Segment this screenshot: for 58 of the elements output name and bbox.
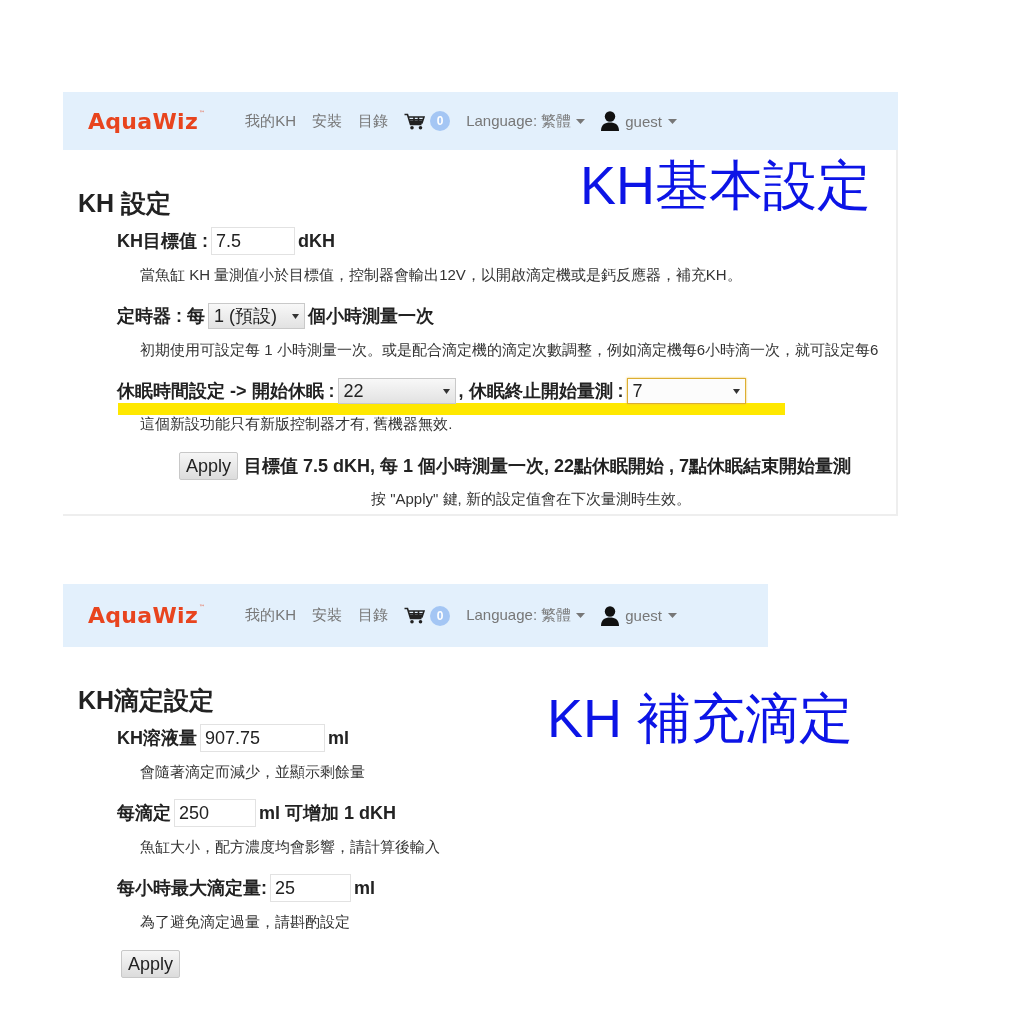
hint-text: 為了避免滴定過量，請斟酌設定	[140, 913, 351, 931]
logo[interactable]: AquaWiz$^{™}$	[88, 108, 206, 134]
settings-summary: 目標值 7.5 dKH, 每 1 個小時測量一次, 22點休眠開始 , 7點休眠結束開始量測	[244, 455, 852, 478]
nav-link[interactable]: 安裝	[312, 111, 343, 131]
field-label: 休眠時間設定 -> 開始休眠 :	[117, 380, 335, 403]
dropdown-select[interactable]: 7	[626, 378, 746, 404]
field-label: , 休眠終止開始量測 :	[458, 380, 624, 403]
section-heading: KH滴定設定	[78, 685, 216, 715]
field-label: KH溶液量	[117, 727, 197, 750]
text-input[interactable]: 250	[174, 799, 256, 827]
field-label: 每小時最大滴定量:	[117, 877, 267, 900]
nav-link[interactable]: 我的KH	[245, 606, 297, 625]
language-menu[interactable]: Language: 繁體	[466, 606, 586, 625]
apply-button[interactable]: Apply	[179, 452, 239, 480]
caret-icon	[732, 388, 740, 394]
hint-text: 會隨著滴定而減少，並顯示剩餘量	[140, 763, 366, 781]
text-input[interactable]: 907.75	[200, 724, 325, 752]
caret-icon	[576, 613, 586, 618]
logo[interactable]: AquaWiz$^{™}$	[88, 603, 206, 628]
user-icon	[601, 111, 620, 131]
caret-icon	[442, 388, 450, 394]
nav-link[interactable]: 目錄	[358, 111, 389, 131]
field-label: dKH	[298, 230, 335, 252]
hint-text: 魚缸大小，配方濃度均會影響，請計算後輸入	[140, 838, 441, 856]
dropdown-select[interactable]: 22	[337, 378, 456, 404]
user-icon	[601, 605, 620, 626]
cart-icon[interactable]	[404, 607, 426, 624]
cart-count: 0	[430, 605, 451, 626]
field-label: KH目標值 :	[117, 230, 208, 253]
user-menu[interactable]: guest	[601, 111, 677, 131]
nav-link[interactable]: 我的KH	[245, 111, 297, 131]
hint-text: 初期使用可設定每 1 小時測量一次。或是配合滴定機的滴定次數調整，例如滴定機每6小時滴一次，就可設定每6	[140, 341, 880, 359]
field-label: ml	[328, 727, 349, 749]
apply-button[interactable]: Apply	[121, 950, 181, 978]
caret-icon	[576, 118, 586, 124]
user-menu[interactable]: guest	[601, 605, 677, 626]
caret-icon	[292, 313, 299, 319]
cart-icon[interactable]	[404, 112, 426, 130]
hint-text: 當魚缸 KH 量測值小於目標值，控制器會輸出12V，以開啟滴定機或是鈣反應器，補充KH。	[140, 266, 743, 284]
field-label: 每滴定	[117, 802, 171, 825]
hint-text: 這個新設功能只有新版控制器才有, 舊機器無效.	[140, 415, 454, 433]
dropdown-select[interactable]: 1 (預設)	[208, 303, 305, 329]
section-heading: KH 設定	[78, 188, 173, 218]
annotation-label: KH 補充滴定	[547, 689, 854, 749]
annotation-label: KH基本設定	[580, 156, 871, 216]
nav-link[interactable]: 目錄	[358, 606, 389, 625]
field-label: ml 可增加 1 dKH	[259, 802, 396, 825]
cart-count: 0	[430, 111, 451, 131]
apply-note: 按 "Apply" 鍵, 新的設定值會在下次量測時生效。	[371, 490, 692, 508]
nav-link[interactable]: 安裝	[312, 606, 343, 625]
text-input[interactable]: 7.5	[211, 227, 295, 255]
field-label: 定時器 : 每	[117, 305, 205, 328]
text-input[interactable]: 25	[270, 874, 351, 902]
caret-icon	[667, 613, 677, 618]
field-label: 個小時測量一次	[308, 305, 434, 328]
field-label: ml	[354, 877, 375, 899]
caret-icon	[667, 118, 677, 124]
language-menu[interactable]: Language: 繁體	[466, 111, 586, 131]
